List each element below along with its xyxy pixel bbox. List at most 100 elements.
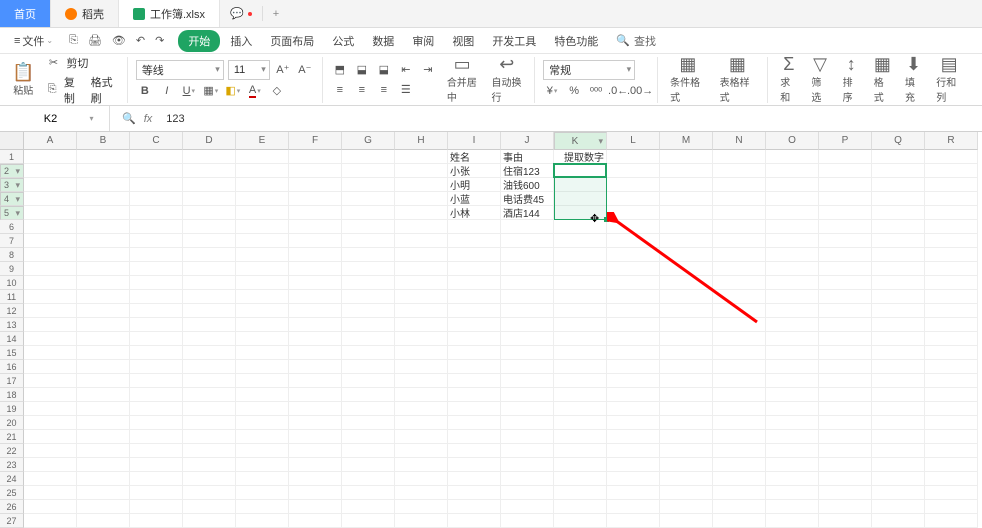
- cell-K8[interactable]: [554, 248, 607, 262]
- cell-Q14[interactable]: [872, 332, 925, 346]
- cell-M14[interactable]: [660, 332, 713, 346]
- cell-Q7[interactable]: [872, 234, 925, 248]
- cell-J16[interactable]: [501, 360, 554, 374]
- cell-O15[interactable]: [766, 346, 819, 360]
- indent-left-button[interactable]: ⇤: [397, 61, 415, 79]
- cell-A26[interactable]: [24, 500, 77, 514]
- cell-N3[interactable]: [713, 178, 766, 192]
- col-header-J[interactable]: J: [501, 132, 554, 150]
- cell-R20[interactable]: [925, 416, 978, 430]
- cell-I22[interactable]: [448, 444, 501, 458]
- cell-M15[interactable]: [660, 346, 713, 360]
- ribbon-tab-dev[interactable]: 开发工具: [484, 30, 544, 52]
- cell-B24[interactable]: [77, 472, 130, 486]
- cell-G8[interactable]: [342, 248, 395, 262]
- cell-G18[interactable]: [342, 388, 395, 402]
- cell-K5[interactable]: [554, 206, 607, 220]
- cell-O17[interactable]: [766, 374, 819, 388]
- cell-K24[interactable]: [554, 472, 607, 486]
- cell-A14[interactable]: [24, 332, 77, 346]
- cell-I17[interactable]: [448, 374, 501, 388]
- cell-I4[interactable]: 小蓝: [448, 192, 501, 206]
- cell-P18[interactable]: [819, 388, 872, 402]
- cell-R26[interactable]: [925, 500, 978, 514]
- cell-B16[interactable]: [77, 360, 130, 374]
- align-center-button[interactable]: ≡: [353, 81, 371, 99]
- cell-M20[interactable]: [660, 416, 713, 430]
- cell-F11[interactable]: [289, 290, 342, 304]
- col-header-P[interactable]: P: [819, 132, 872, 150]
- cell-G11[interactable]: [342, 290, 395, 304]
- cell-D25[interactable]: [183, 486, 236, 500]
- cell-G27[interactable]: [342, 514, 395, 528]
- cell-D5[interactable]: [183, 206, 236, 220]
- cell-F14[interactable]: [289, 332, 342, 346]
- cell-J18[interactable]: [501, 388, 554, 402]
- cell-G20[interactable]: [342, 416, 395, 430]
- cell-D26[interactable]: [183, 500, 236, 514]
- cell-O23[interactable]: [766, 458, 819, 472]
- cell-Q18[interactable]: [872, 388, 925, 402]
- cell-M23[interactable]: [660, 458, 713, 472]
- ribbon-tab-review[interactable]: 审阅: [404, 30, 442, 52]
- row-header-23[interactable]: 23: [0, 458, 24, 472]
- cell-K15[interactable]: [554, 346, 607, 360]
- cell-I16[interactable]: [448, 360, 501, 374]
- wrap-button[interactable]: ↩自动换行: [487, 55, 526, 104]
- cell-B12[interactable]: [77, 304, 130, 318]
- cell-C24[interactable]: [130, 472, 183, 486]
- cell-F10[interactable]: [289, 276, 342, 290]
- cell-J20[interactable]: [501, 416, 554, 430]
- cell-Q1[interactable]: [872, 150, 925, 164]
- cell-A13[interactable]: [24, 318, 77, 332]
- cell-A22[interactable]: [24, 444, 77, 458]
- cell-I5[interactable]: 小林: [448, 206, 501, 220]
- cell-M3[interactable]: [660, 178, 713, 192]
- cell-G14[interactable]: [342, 332, 395, 346]
- cell-N16[interactable]: [713, 360, 766, 374]
- cell-P9[interactable]: [819, 262, 872, 276]
- cell-L5[interactable]: [607, 206, 660, 220]
- cell-D14[interactable]: [183, 332, 236, 346]
- cell-G9[interactable]: [342, 262, 395, 276]
- cell-R24[interactable]: [925, 472, 978, 486]
- border-button[interactable]: ▦: [202, 82, 220, 100]
- ribbon-tab-data[interactable]: 数据: [364, 30, 402, 52]
- cell-H21[interactable]: [395, 430, 448, 444]
- cell-R11[interactable]: [925, 290, 978, 304]
- cell-L24[interactable]: [607, 472, 660, 486]
- cell-B15[interactable]: [77, 346, 130, 360]
- comma-button[interactable]: ᵒᵒᵒ: [587, 82, 605, 100]
- align-left-button[interactable]: ≡: [331, 81, 349, 99]
- align-right-button[interactable]: ≡: [375, 81, 393, 99]
- cell-D9[interactable]: [183, 262, 236, 276]
- cell-G15[interactable]: [342, 346, 395, 360]
- cell-O22[interactable]: [766, 444, 819, 458]
- cell-B21[interactable]: [77, 430, 130, 444]
- cell-O12[interactable]: [766, 304, 819, 318]
- ribbon-tab-insert[interactable]: 插入: [222, 30, 260, 52]
- row-header-26[interactable]: 26: [0, 500, 24, 514]
- cell-I10[interactable]: [448, 276, 501, 290]
- cell-C7[interactable]: [130, 234, 183, 248]
- cell-P2[interactable]: [819, 164, 872, 178]
- cell-M24[interactable]: [660, 472, 713, 486]
- col-header-R[interactable]: R: [925, 132, 978, 150]
- cell-B18[interactable]: [77, 388, 130, 402]
- cell-R5[interactable]: [925, 206, 978, 220]
- format-button[interactable]: ▦格式: [870, 55, 895, 104]
- cell-N18[interactable]: [713, 388, 766, 402]
- cell-R4[interactable]: [925, 192, 978, 206]
- cell-M10[interactable]: [660, 276, 713, 290]
- cell-E17[interactable]: [236, 374, 289, 388]
- cell-F25[interactable]: [289, 486, 342, 500]
- cell-H24[interactable]: [395, 472, 448, 486]
- cell-C11[interactable]: [130, 290, 183, 304]
- format-painter-label[interactable]: 格式刷: [91, 74, 119, 106]
- cell-H23[interactable]: [395, 458, 448, 472]
- cell-O1[interactable]: [766, 150, 819, 164]
- cell-Q8[interactable]: [872, 248, 925, 262]
- cell-H7[interactable]: [395, 234, 448, 248]
- table-style-button[interactable]: ▦表格样式: [716, 55, 760, 104]
- cell-D15[interactable]: [183, 346, 236, 360]
